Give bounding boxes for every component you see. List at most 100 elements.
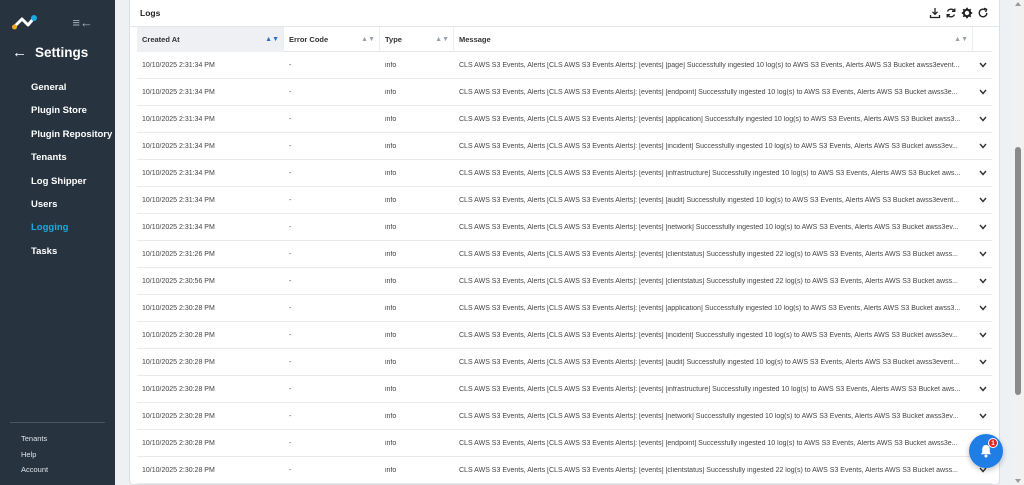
cell-error-code: - <box>289 439 292 447</box>
sidebar-item-general[interactable]: General <box>0 76 115 99</box>
expand-row-chevron-icon[interactable] <box>973 305 992 311</box>
expand-row-chevron-icon[interactable] <box>973 170 992 176</box>
expand-row-chevron-icon[interactable] <box>973 332 992 338</box>
download-icon[interactable] <box>929 7 941 19</box>
cell-created-at: 10/10/2025 2:30:28 PM <box>142 466 215 474</box>
sidebar-header: ≡← <box>0 0 115 44</box>
back-arrow-icon: ← <box>12 43 27 61</box>
scrollbar-thumb[interactable] <box>1015 147 1021 395</box>
cell-error-code: - <box>289 223 292 231</box>
cell-error-code: - <box>289 115 292 123</box>
sort-icon[interactable]: ▲▼ <box>361 36 375 43</box>
expand-row-chevron-icon[interactable] <box>973 251 992 257</box>
gear-icon[interactable] <box>961 7 973 19</box>
cell-error-code: - <box>289 358 292 366</box>
cell-type: info <box>385 439 397 447</box>
table-row[interactable]: 10/10/2025 2:30:28 PM - info CLS AWS S3 Eve… <box>137 430 992 457</box>
table-row[interactable]: 10/10/2025 2:30:56 PM - info CLS AWS S3 Eve… <box>137 268 992 295</box>
cell-type: info <box>385 61 397 69</box>
sidebar-item-logging[interactable]: Logging <box>0 216 115 239</box>
logs-table: Created At ▲▼ Error Code ▲▼ Type ▲▼ Mess… <box>137 26 992 484</box>
sidebar-item-tenants[interactable]: Tenants <box>0 146 115 169</box>
notifications-button[interactable] <box>969 434 1003 468</box>
expand-row-chevron-icon[interactable] <box>973 467 992 473</box>
cell-created-at: 10/10/2025 2:30:56 PM <box>142 277 215 285</box>
sort-icon[interactable]: ▲▼ <box>435 36 449 43</box>
footer-help-link[interactable]: Help <box>10 447 105 463</box>
table-row[interactable]: 10/10/2025 2:31:34 PM - info CLS AWS S3 Eve… <box>137 214 992 241</box>
sidebar-nav: General Plugin Store Plugin Repository T… <box>0 76 115 263</box>
expand-row-chevron-icon[interactable] <box>973 413 992 419</box>
table-row[interactable]: 10/10/2025 2:31:34 PM - info CLS AWS S3 Eve… <box>137 79 992 106</box>
table-row[interactable]: 10/10/2025 2:31:34 PM - info CLS AWS S3 Eve… <box>137 52 992 79</box>
cell-created-at: 10/10/2025 2:30:28 PM <box>142 358 215 366</box>
expand-row-chevron-icon[interactable] <box>973 224 992 230</box>
table-row[interactable]: 10/10/2025 2:30:28 PM - info CLS AWS S3 Eve… <box>137 349 992 376</box>
page-scrollbar[interactable] <box>1012 0 1024 485</box>
expand-row-chevron-icon[interactable] <box>973 62 992 68</box>
sidebar-item-plugin-store[interactable]: Plugin Store <box>0 99 115 122</box>
column-message[interactable]: Message ▲▼ <box>454 26 973 52</box>
table-row[interactable]: 10/10/2025 2:30:28 PM - info CLS AWS S3 Eve… <box>137 322 992 349</box>
cell-error-code: - <box>289 142 292 150</box>
expand-row-chevron-icon[interactable] <box>973 197 992 203</box>
sidebar-item-log-shipper[interactable]: Log Shipper <box>0 170 115 193</box>
expand-row-chevron-icon[interactable] <box>973 89 992 95</box>
refresh-icon[interactable] <box>977 7 989 19</box>
expand-row-chevron-icon[interactable] <box>973 116 992 122</box>
table-row[interactable]: 10/10/2025 2:31:34 PM - info CLS AWS S3 Eve… <box>137 133 992 160</box>
footer-account-link[interactable]: Account <box>10 462 105 478</box>
cell-type: info <box>385 358 397 366</box>
cell-message: CLS AWS S3 Events, Alerts [CLS AWS S3 Ev… <box>459 466 958 474</box>
table-row[interactable]: 10/10/2025 2:31:34 PM - info CLS AWS S3 Eve… <box>137 160 992 187</box>
cell-message: CLS AWS S3 Events, Alerts [CLS AWS S3 Ev… <box>459 277 958 285</box>
table-row[interactable]: 10/10/2025 2:30:28 PM - info CLS AWS S3 Eve… <box>137 376 992 403</box>
cell-error-code: - <box>289 304 292 312</box>
table-body: 10/10/2025 2:31:34 PM - info CLS AWS S3 Eve… <box>137 52 992 484</box>
column-error-code[interactable]: Error Code ▲▼ <box>284 26 380 52</box>
cell-type: info <box>385 115 397 123</box>
cell-type: info <box>385 385 397 393</box>
sidebar-item-users[interactable]: Users <box>0 193 115 216</box>
logo-icon[interactable] <box>12 14 38 30</box>
scroll-down-icon[interactable] <box>1015 479 1021 483</box>
sort-icon[interactable]: ▲▼ <box>954 36 968 43</box>
cell-type: info <box>385 412 397 420</box>
cell-created-at: 10/10/2025 2:30:28 PM <box>142 331 215 339</box>
settings-back[interactable]: ← Settings <box>0 42 115 62</box>
table-row[interactable]: 10/10/2025 2:31:34 PM - info CLS AWS S3 Eve… <box>137 187 992 214</box>
cell-message: CLS AWS S3 Events, Alerts [CLS AWS S3 Ev… <box>459 412 959 420</box>
cell-type: info <box>385 250 397 258</box>
collapse-menu-icon[interactable]: ≡← <box>72 15 93 30</box>
footer-tenants-link[interactable]: Tenants <box>10 431 105 447</box>
cell-error-code: - <box>289 196 292 204</box>
logs-card: Logs Created At ▲▼ Error Code ▲▼ Type ▲▼… <box>129 0 1000 485</box>
card-header: Logs <box>130 0 999 27</box>
expand-row-chevron-icon[interactable] <box>973 278 992 284</box>
cell-error-code: - <box>289 250 292 258</box>
cell-created-at: 10/10/2025 2:30:28 PM <box>142 412 215 420</box>
sidebar-item-tasks[interactable]: Tasks <box>0 240 115 263</box>
expand-row-chevron-icon[interactable] <box>973 359 992 365</box>
column-label: Message <box>459 34 491 44</box>
sync-icon[interactable] <box>945 7 957 19</box>
cell-type: info <box>385 223 397 231</box>
sidebar-item-plugin-repository[interactable]: Plugin Repository <box>0 123 115 146</box>
column-label: Error Code <box>289 34 329 44</box>
sort-icon[interactable]: ▲▼ <box>265 36 279 43</box>
table-row[interactable]: 10/10/2025 2:31:34 PM - info CLS AWS S3 Eve… <box>137 106 992 133</box>
table-row[interactable]: 10/10/2025 2:30:28 PM - info CLS AWS S3 Eve… <box>137 457 992 484</box>
expand-row-chevron-icon[interactable] <box>973 386 992 392</box>
table-header: Created At ▲▼ Error Code ▲▼ Type ▲▼ Mess… <box>137 26 992 52</box>
column-created-at[interactable]: Created At ▲▼ <box>137 26 284 52</box>
table-row[interactable]: 10/10/2025 2:31:26 PM - info CLS AWS S3 Eve… <box>137 241 992 268</box>
table-row[interactable]: 10/10/2025 2:30:28 PM - info CLS AWS S3 Eve… <box>137 403 992 430</box>
cell-created-at: 10/10/2025 2:31:34 PM <box>142 61 215 69</box>
cell-error-code: - <box>289 277 292 285</box>
column-type[interactable]: Type ▲▼ <box>380 26 454 52</box>
expand-row-chevron-icon[interactable] <box>973 143 992 149</box>
scroll-up-icon[interactable] <box>1015 2 1021 6</box>
table-row[interactable]: 10/10/2025 2:30:28 PM - info CLS AWS S3 Eve… <box>137 295 992 322</box>
cell-message: CLS AWS S3 Events, Alerts [CLS AWS S3 Ev… <box>459 304 961 312</box>
cell-message: CLS AWS S3 Events, Alerts [CLS AWS S3 Ev… <box>459 115 961 123</box>
